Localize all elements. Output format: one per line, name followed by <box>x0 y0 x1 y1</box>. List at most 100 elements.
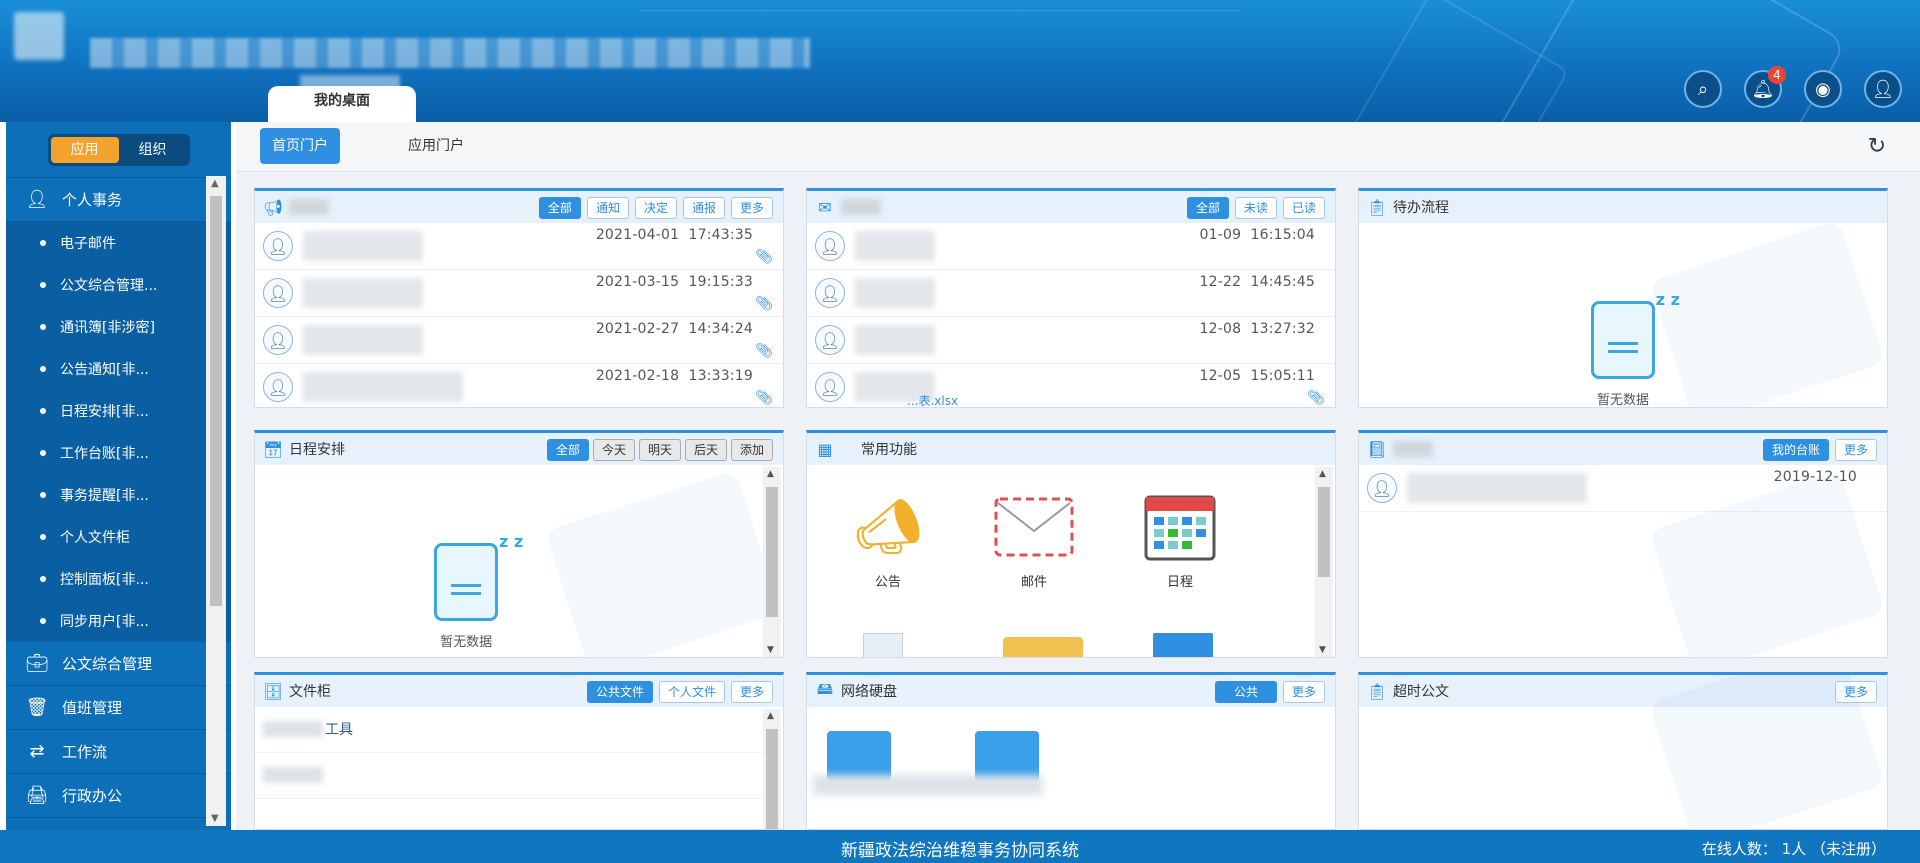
sidebar-group-personal[interactable]: 👤︎ 个人事务 ﹀ <box>6 178 231 222</box>
sidebar-item-filecab[interactable]: 个人文件柜 <box>6 516 231 558</box>
avatar: 👤︎ <box>815 325 845 355</box>
clipboard-icon: 📋︎ <box>1366 681 1388 701</box>
sidebar-item-schedule[interactable]: 日程安排[非... <box>6 390 231 432</box>
sidebar-item-notices[interactable]: 公告通知[非... <box>6 348 231 390</box>
portal-tabs: 首页门户 应用门户 ↻ <box>236 122 1920 172</box>
trash-icon: 🗑︎ <box>25 697 49 718</box>
avatar: 👤︎ <box>1367 473 1397 503</box>
envelope-icon <box>994 491 1074 563</box>
attachment-filename[interactable]: ...表.xlsx <box>907 392 958 407</box>
avatar: 👤︎ <box>263 231 293 261</box>
grid-icon: ▦ <box>817 439 833 459</box>
sidebar-group-admin[interactable]: 🖨︎ 行政办公 ﹀ <box>6 774 231 818</box>
functions-scrollbar[interactable]: ▲ ▼ <box>1315 467 1333 657</box>
filter-day-after-button[interactable]: 后天 <box>684 439 727 461</box>
sidebar-scrollbar[interactable]: ▲ ▼ <box>206 176 226 826</box>
schedule-scrollbar[interactable]: ▲ ▼ <box>763 467 781 657</box>
filter-bulletin-button[interactable]: 通报 <box>682 197 725 219</box>
panel-title: 网络硬盘 <box>841 684 897 700</box>
filter-decision-button[interactable]: 决定 <box>634 197 677 219</box>
folder-icon[interactable] <box>975 731 1039 781</box>
my-ledger-button[interactable]: 我的台账 <box>1762 439 1829 461</box>
user-icon[interactable]: 👤︎ <box>1864 70 1902 108</box>
tab-app-portal[interactable]: 应用门户 <box>396 128 476 164</box>
sidebar-item-sync-users[interactable]: 同步用户[非... <box>6 600 231 642</box>
sidebar-item-control-panel[interactable]: 控制面板[非... <box>6 558 231 600</box>
folder-icon[interactable] <box>1003 637 1083 657</box>
list-item[interactable]: 👤︎ 01-09 16:15:04 <box>807 223 1335 270</box>
add-schedule-button[interactable]: 添加 <box>730 439 773 461</box>
more-button[interactable]: 更多 <box>1834 439 1877 461</box>
folder-icon[interactable] <box>827 731 891 781</box>
search-icon[interactable]: ⌕ <box>1684 70 1722 108</box>
tab-home-portal[interactable]: 首页门户 <box>260 128 340 164</box>
scroll-up-icon[interactable]: ▲ <box>211 178 219 189</box>
public-files-button[interactable]: 公共文件 <box>586 681 653 703</box>
sidebar-group-workflow[interactable]: ⇄ 工作流 ﹀ <box>6 730 231 774</box>
filecab-scrollbar[interactable]: ▲ <box>763 709 781 829</box>
attachment-icon: 📎︎ <box>755 343 773 359</box>
skin-icon[interactable]: ◉ <box>1804 70 1842 108</box>
sidebar-item-label: 工作台账[非... <box>60 446 149 462</box>
filter-read-button[interactable]: 已读 <box>1282 197 1325 219</box>
sidebar-group-label: 值班管理 <box>62 699 123 717</box>
my-desktop-tab[interactable]: 我的桌面 <box>268 86 416 122</box>
bell-icon[interactable]: 🔔︎ 4 <box>1744 66 1786 108</box>
filter-unread-button[interactable]: 未读 <box>1234 197 1277 219</box>
scrollbar-thumb[interactable] <box>210 196 222 606</box>
panel-title: 文件柜 <box>289 684 331 700</box>
sidebar-item-label: 控制面板[非... <box>60 572 149 588</box>
empty-doc-icon: z z <box>434 532 523 621</box>
list-item[interactable]: 👤︎ 12-22 14:45:45 <box>807 270 1335 317</box>
list-item[interactable]: 👤︎ 12-08 13:27:32 <box>807 317 1335 364</box>
printer-icon: 🖨︎ <box>25 785 49 806</box>
filter-all-button[interactable]: 全部 <box>1186 197 1229 219</box>
filter-all-button[interactable]: 全部 <box>538 197 581 219</box>
function-announcement[interactable]: 📣︎ 公告 <box>843 491 933 590</box>
pending-workflow-panel: 📋︎ 待办流程 z z 暂无数据 <box>1358 188 1888 408</box>
list-item[interactable]: 👤︎ 2021-03-15 19:15:33 📎︎ <box>255 270 783 317</box>
document-icon[interactable] <box>863 633 903 657</box>
switch-org[interactable]: 组织 <box>119 137 187 163</box>
list-item[interactable]: 👤︎ 2021-04-01 17:43:35 📎︎ <box>255 223 783 270</box>
sidebar-group-duty[interactable]: 🗑︎ 值班管理 ﹀ <box>6 686 231 730</box>
panel-title: 日程安排 <box>289 442 345 458</box>
filter-tomorrow-button[interactable]: 明天 <box>638 439 681 461</box>
filter-notice-button[interactable]: 通知 <box>586 197 629 219</box>
sidebar-item-contacts[interactable]: 通讯簿[非涉密] <box>6 306 231 348</box>
function-mail[interactable]: 邮件 <box>989 491 1079 590</box>
more-button[interactable]: 更多 <box>1282 681 1325 703</box>
list-item[interactable]: 工具 <box>255 707 783 753</box>
refresh-icon[interactable]: ↻ <box>1868 134 1886 159</box>
sidebar-group-docs[interactable]: 💼︎ 公文综合管理 ﹀ <box>6 642 231 686</box>
mail-panel: ✉ 全部 未读 已读 👤︎ 01-09 16:15:04 👤︎ 12-22 14:4… <box>806 188 1336 408</box>
personal-files-button[interactable]: 个人文件 <box>658 681 725 703</box>
overdue-docs-panel: 📋︎ 超时公文 更多 <box>1358 672 1888 830</box>
book-icon[interactable] <box>1153 633 1213 657</box>
public-disk-button[interactable]: 公共 <box>1214 681 1277 703</box>
sidebar-item-ledger[interactable]: 工作台账[非... <box>6 432 231 474</box>
function-schedule[interactable]: 日程 <box>1135 491 1225 590</box>
file-name: 工具 <box>325 722 353 738</box>
header-icons: ⌕ 🔔︎ 4 ◉ 👤︎ <box>1684 66 1902 108</box>
filter-today-button[interactable]: 今天 <box>592 439 635 461</box>
sidebar-item-email[interactable]: 电子邮件 <box>6 222 231 264</box>
clipboard-icon: 📋︎ <box>1366 197 1388 217</box>
attachment-icon: 📎︎ <box>1307 390 1325 406</box>
sidebar-item-reminders[interactable]: 事务提醒[非... <box>6 474 231 516</box>
empty-text: 暂无数据 <box>1596 393 1649 408</box>
more-button[interactable]: 更多 <box>730 681 773 703</box>
ledger-panel: 📓︎ 我的台账 更多 👤︎ 2019-12-10 <box>1358 430 1888 658</box>
sidebar-group-label: 公文综合管理 <box>62 655 153 673</box>
list-item[interactable]: 👤︎ 2021-02-27 14:34:24 📎︎ <box>255 317 783 364</box>
filter-all-button[interactable]: 全部 <box>546 439 589 461</box>
list-item[interactable]: 👤︎ 2021-02-18 13:33:19 📎︎ <box>255 364 783 407</box>
sidebar-item-docs[interactable]: 公文综合管理...﹀ <box>6 264 231 306</box>
list-item[interactable] <box>255 753 783 799</box>
list-item[interactable]: 👤︎ 12-05 15:05:11 ...表.xlsx 📎︎ <box>807 364 1335 407</box>
file-cabinet-panel: 🗄︎ 文件柜 公共文件 个人文件 更多 工具 ▲ <box>254 672 784 830</box>
switch-apps[interactable]: 应用 <box>50 136 119 163</box>
panel-title-blurred <box>1393 441 1433 457</box>
more-button[interactable]: 更多 <box>730 197 773 219</box>
scroll-down-icon[interactable]: ▼ <box>211 813 219 824</box>
